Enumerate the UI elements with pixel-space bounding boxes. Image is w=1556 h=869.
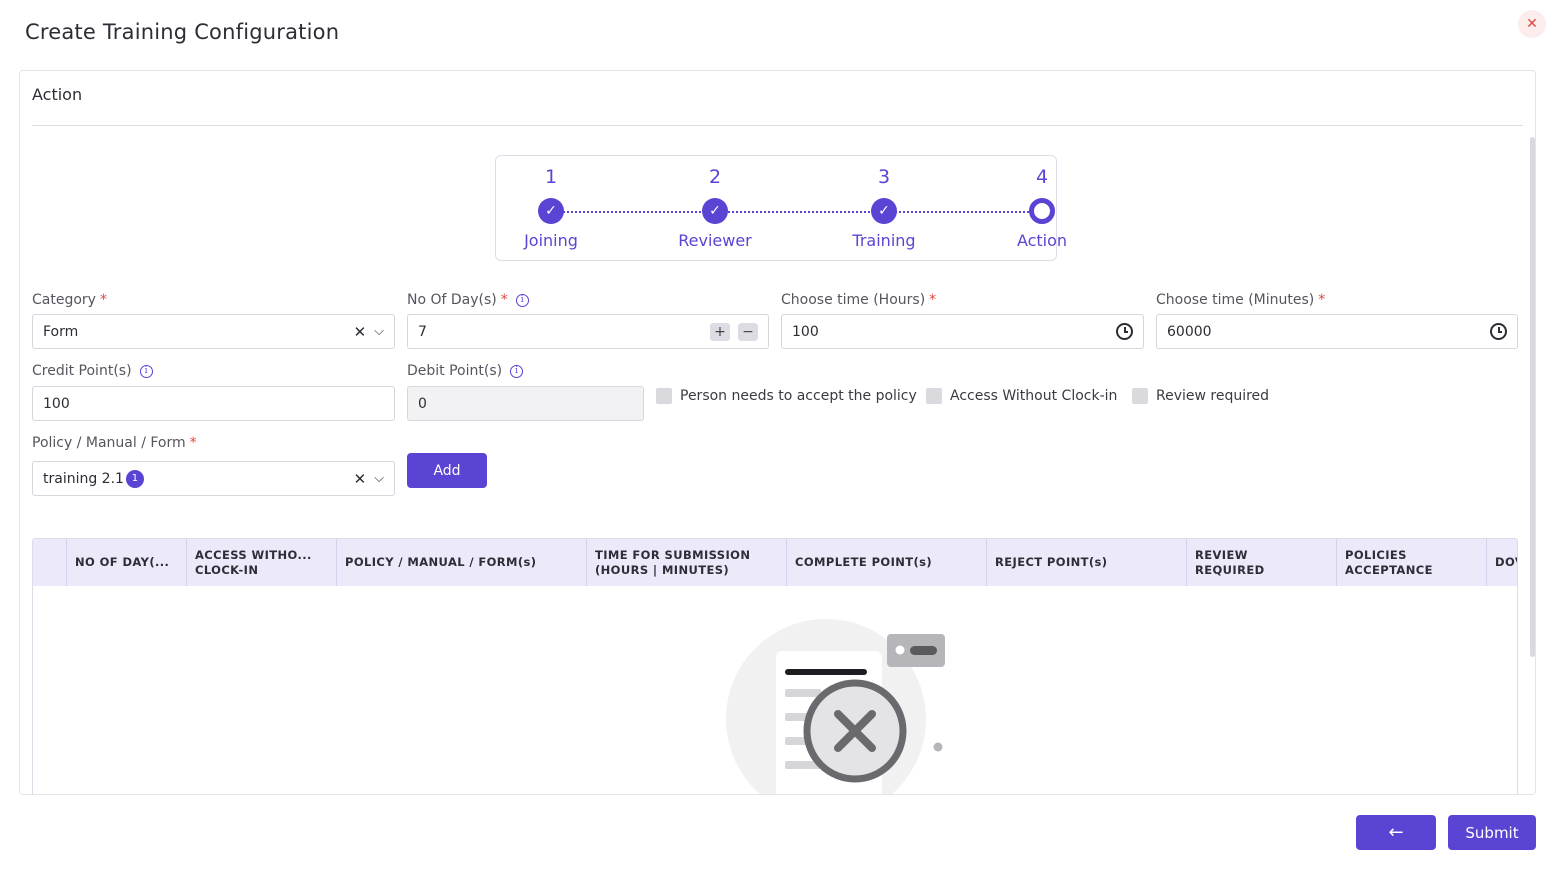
plus-icon[interactable]: + xyxy=(710,322,730,341)
clock-icon[interactable] xyxy=(1116,323,1133,340)
chevron-down-icon[interactable]: ⌵ xyxy=(374,324,384,339)
minutes-label: Choose time (Minutes) * xyxy=(1156,292,1326,308)
checkbox-box[interactable] xyxy=(1132,388,1148,404)
close-icon: ✕ xyxy=(1526,16,1538,32)
checkbox-box[interactable] xyxy=(926,388,942,404)
category-label: Category * xyxy=(32,292,107,308)
config-table: NO OF DAY(... ACCESS WITHO... CLOCK-IN P… xyxy=(32,538,1518,794)
column-header[interactable]: COMPLETE POINT(s) xyxy=(787,539,987,586)
review-required-checkbox[interactable]: Review required xyxy=(1132,388,1269,404)
clock-icon[interactable] xyxy=(1490,323,1507,340)
hours-label: Choose time (Hours) * xyxy=(781,292,937,308)
info-icon[interactable]: i xyxy=(510,364,524,378)
column-header[interactable]: ACCESS WITHO... CLOCK-IN xyxy=(187,539,337,586)
column-header[interactable]: DOV xyxy=(1487,539,1517,586)
step-number: 1 xyxy=(544,166,558,188)
current-step-icon xyxy=(1029,198,1055,224)
chevron-down-icon[interactable]: ⌵ xyxy=(374,471,384,486)
submit-button[interactable]: Submit xyxy=(1448,815,1536,850)
action-panel: Action 1 ✓ Joining 2 ✓ Reviewer 3 ✓ Trai… xyxy=(19,70,1536,795)
selected-count-badge: 1 xyxy=(125,469,144,488)
close-button[interactable]: ✕ xyxy=(1518,10,1546,38)
check-icon: ✓ xyxy=(702,198,728,224)
step-label: Reviewer xyxy=(678,231,752,250)
clear-icon[interactable]: ✕ xyxy=(354,470,367,488)
column-header[interactable]: POLICIES ACCEPTANCE xyxy=(1337,539,1487,586)
credit-points-input[interactable]: 100 xyxy=(32,386,395,421)
debit-points-input: 0 xyxy=(407,386,644,421)
policy-select[interactable]: training 2.1 1 ✕ ⌵ xyxy=(32,461,395,496)
access-without-clockin-checkbox[interactable]: Access Without Clock-in xyxy=(926,388,1117,404)
check-icon: ✓ xyxy=(538,198,564,224)
policy-label: Policy / Manual / Form * xyxy=(32,435,197,451)
column-header[interactable]: REVIEW REQUIRED xyxy=(1187,539,1337,586)
column-header[interactable]: NO OF DAY(... xyxy=(67,539,187,586)
check-icon: ✓ xyxy=(871,198,897,224)
minutes-input[interactable]: 60000 xyxy=(1156,314,1518,349)
panel-title: Action xyxy=(32,85,83,104)
debit-points-label: Debit Point(s) i xyxy=(407,363,524,379)
add-button[interactable]: Add xyxy=(407,453,487,488)
no-of-days-input[interactable]: 7 + − xyxy=(407,314,769,349)
step-number: 4 xyxy=(1035,166,1049,188)
empty-state-illustration xyxy=(726,619,945,794)
checkbox-label: Review required xyxy=(1156,388,1270,404)
clear-icon[interactable]: ✕ xyxy=(354,323,367,341)
table-header: NO OF DAY(... ACCESS WITHO... CLOCK-IN P… xyxy=(33,539,1517,586)
stepper: 1 ✓ Joining 2 ✓ Reviewer 3 ✓ Training 4 … xyxy=(495,155,1067,261)
step-connector xyxy=(551,211,713,213)
step-connector xyxy=(715,211,882,213)
column-header[interactable]: POLICY / MANUAL / FORM(s) xyxy=(337,539,587,586)
minus-icon[interactable]: − xyxy=(738,322,758,341)
checkbox-label: Access Without Clock-in xyxy=(950,388,1118,404)
column-header xyxy=(33,539,67,586)
checkbox-label: Person needs to accept the policy xyxy=(680,388,917,404)
credit-points-label: Credit Point(s) i xyxy=(32,363,153,379)
step-label: Joining xyxy=(524,231,578,250)
panel-divider xyxy=(32,125,1523,126)
step-number: 2 xyxy=(708,166,722,188)
column-header[interactable]: TIME FOR SUBMISSION (HOURS | MINUTES) xyxy=(587,539,787,586)
panel-scrollbar[interactable] xyxy=(1530,137,1535,657)
info-icon[interactable]: i xyxy=(515,293,529,307)
step-connector xyxy=(884,211,1040,213)
modal-title: Create Training Configuration xyxy=(25,20,340,44)
step-label: Training xyxy=(852,231,916,250)
no-of-days-label: No Of Day(s) * i xyxy=(407,292,529,308)
step-label: Action xyxy=(1016,231,1068,250)
back-button[interactable]: ← xyxy=(1356,815,1436,850)
info-icon[interactable]: i xyxy=(139,364,153,378)
arrow-left-icon: ← xyxy=(1388,822,1404,843)
accept-policy-checkbox[interactable]: Person needs to accept the policy xyxy=(656,388,917,404)
checkbox-box[interactable] xyxy=(656,388,672,404)
category-select[interactable]: Form ✕ ⌵ xyxy=(32,314,395,349)
column-header[interactable]: REJECT POINT(s) xyxy=(987,539,1187,586)
step-number: 3 xyxy=(877,166,891,188)
hours-input[interactable]: 100 xyxy=(781,314,1144,349)
